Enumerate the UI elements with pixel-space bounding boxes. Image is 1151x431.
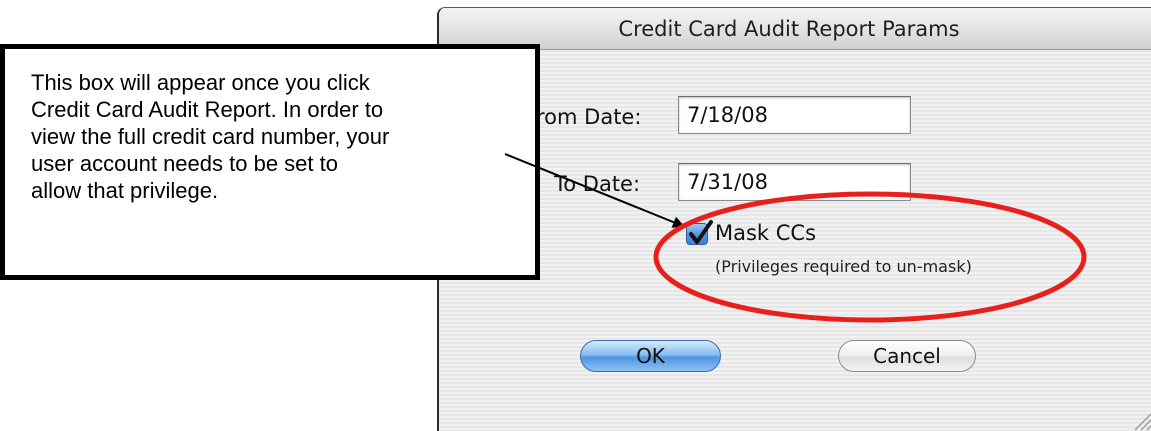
mask-ccs-label[interactable]: Mask CCs [715, 221, 816, 245]
callout-line: allow that privilege. [31, 178, 219, 203]
to-date-label: To Date: [554, 172, 641, 196]
callout-line: This box will appear once you click [31, 70, 370, 95]
privileges-note: (Privileges required to un-mask) [715, 257, 972, 276]
ok-button[interactable]: OK [580, 340, 721, 372]
params-dialog-window: Credit Card Audit Report Params rom Date… [437, 7, 1151, 431]
resize-grip-icon[interactable] [1129, 406, 1151, 431]
cancel-button[interactable]: Cancel [838, 340, 976, 372]
callout-line: Credit Card Audit Report. In order to [31, 97, 384, 122]
dialog-title: Credit Card Audit Report Params [618, 17, 960, 41]
screenshot-stage: Credit Card Audit Report Params rom Date… [0, 0, 1151, 431]
callout-line: view the full credit card number, your [31, 124, 390, 149]
mask-ccs-checkbox[interactable] [686, 220, 713, 245]
from-date-label: rom Date: [536, 105, 642, 129]
from-date-field[interactable]: 7/18/08 [678, 96, 911, 134]
dialog-titlebar[interactable]: Credit Card Audit Report Params [439, 8, 1151, 50]
callout-line: user account needs to be set to [31, 151, 338, 176]
annotation-callout-box: This box will appear once you click Cred… [0, 44, 540, 280]
checkmark-icon [689, 220, 713, 244]
to-date-field[interactable]: 7/31/08 [678, 163, 911, 201]
